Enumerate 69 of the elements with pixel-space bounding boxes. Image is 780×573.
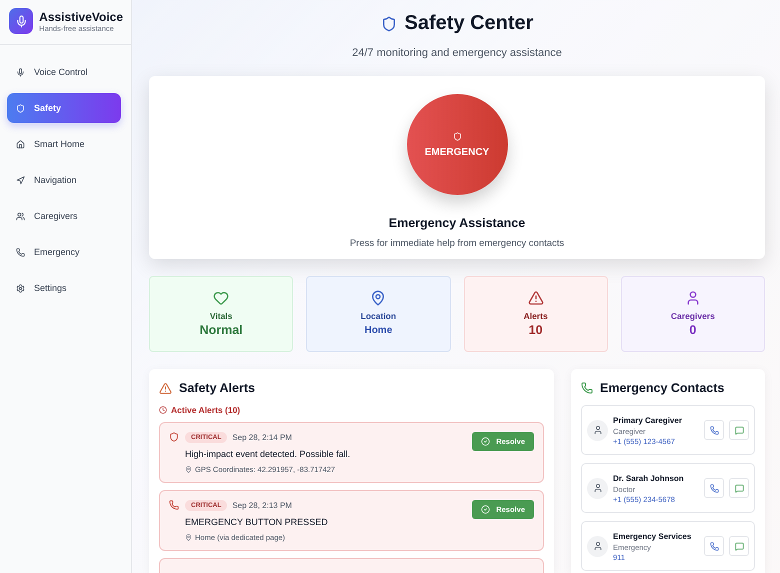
sidebar-item[interactable]: Safety bbox=[7, 93, 121, 123]
stat-label: Vitals bbox=[210, 311, 232, 321]
contact-name: Emergency Services bbox=[613, 530, 692, 542]
microphone-icon bbox=[9, 8, 34, 34]
nav-icon bbox=[16, 140, 25, 148]
phone-icon bbox=[710, 484, 718, 492]
stat-value: 0 bbox=[689, 323, 696, 337]
sidebar-item[interactable]: Emergency bbox=[7, 237, 121, 267]
emergency-button[interactable]: EMERGENCY bbox=[406, 94, 508, 195]
heart-icon bbox=[213, 290, 230, 306]
nav-icon bbox=[16, 212, 25, 220]
panel-title: Emergency Contacts bbox=[600, 381, 724, 395]
message-icon bbox=[734, 542, 744, 550]
shield-icon bbox=[169, 432, 179, 442]
sidebar-item[interactable]: Navigation bbox=[7, 165, 121, 195]
warning-icon bbox=[159, 382, 172, 394]
sidebar-item[interactable]: Smart Home bbox=[7, 129, 121, 159]
map-pin-icon bbox=[370, 290, 386, 306]
call-button[interactable] bbox=[704, 420, 724, 440]
emergency-title: Emergency Assistance bbox=[388, 216, 526, 230]
nav-icon bbox=[16, 284, 25, 292]
phone-icon bbox=[169, 500, 179, 510]
check-icon bbox=[481, 437, 490, 446]
nav-icon bbox=[16, 68, 25, 76]
phone-icon bbox=[710, 542, 718, 550]
page-title: Safety Center bbox=[404, 12, 534, 35]
person-icon bbox=[684, 290, 701, 306]
person-icon bbox=[587, 478, 608, 498]
check-icon bbox=[481, 505, 490, 514]
alert-time: Sep 28, 2:14 PM bbox=[232, 433, 292, 442]
contact-name: Dr. Sarah Johnson bbox=[613, 472, 685, 484]
panel-title: Safety Alerts bbox=[179, 381, 255, 395]
sidebar-item[interactable]: Settings bbox=[7, 273, 121, 303]
call-button[interactable] bbox=[704, 536, 724, 556]
stat-value: Home bbox=[364, 325, 392, 336]
nav-icon bbox=[16, 248, 25, 256]
sidebar-item[interactable]: Caregivers bbox=[7, 201, 121, 231]
phone-icon bbox=[710, 426, 718, 434]
shield-icon bbox=[380, 16, 397, 32]
message-button[interactable] bbox=[729, 420, 749, 440]
person-icon bbox=[587, 536, 608, 556]
message-button[interactable] bbox=[729, 536, 749, 556]
clock-icon bbox=[159, 406, 167, 414]
shield-icon bbox=[452, 132, 462, 140]
call-button[interactable] bbox=[704, 478, 724, 498]
stat-label: Location bbox=[360, 311, 396, 321]
person-icon bbox=[587, 420, 608, 440]
message-button[interactable] bbox=[729, 478, 749, 498]
alert-message: EMERGENCY BUTTON PRESSED bbox=[185, 517, 329, 527]
contact-name: Primary Caregiver bbox=[613, 414, 683, 426]
map-pin-icon bbox=[185, 534, 192, 541]
stat-value: 10 bbox=[528, 323, 543, 337]
alert-time: Sep 28, 2:13 PM bbox=[232, 501, 292, 510]
alert-message: High-impact event detected. Possible fall. bbox=[185, 449, 352, 459]
page-subtitle: 24/7 monitoring and emergency assistance bbox=[352, 47, 562, 59]
nav-icon bbox=[16, 176, 25, 184]
stat-label: Caregivers bbox=[670, 311, 715, 321]
nav-icon bbox=[16, 104, 25, 112]
message-icon bbox=[734, 426, 744, 434]
warning-icon bbox=[528, 290, 544, 306]
stat-value: Normal bbox=[200, 323, 243, 337]
sidebar-item[interactable]: Voice Control bbox=[7, 57, 121, 87]
message-icon bbox=[734, 484, 744, 492]
active-alerts-label: Active Alerts (10) bbox=[171, 405, 240, 415]
map-pin-icon bbox=[185, 466, 192, 473]
emergency-description: Press for immediate help from emergency contacts bbox=[350, 238, 564, 249]
app-name: AssistiveVoice bbox=[39, 10, 123, 24]
stat-label: Alerts bbox=[524, 311, 548, 321]
phone-icon bbox=[581, 382, 593, 394]
